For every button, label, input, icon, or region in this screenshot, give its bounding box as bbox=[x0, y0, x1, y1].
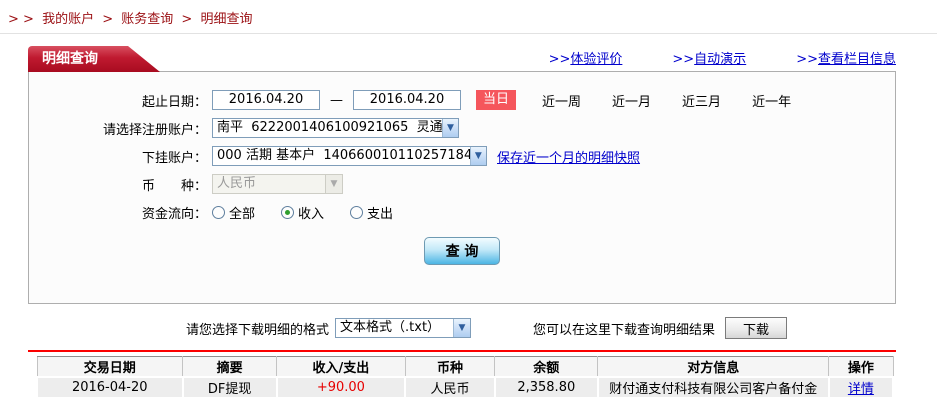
header-summary: 摘要 bbox=[183, 357, 277, 378]
table-header-row: 交易日期 摘要 收入/支出 币种 余额 对方信息 操作 bbox=[37, 357, 893, 378]
quick-range-year[interactable]: 近一年 bbox=[752, 91, 791, 110]
flow-radio-expense[interactable]: 支出 bbox=[350, 203, 393, 222]
radio-icon bbox=[350, 206, 363, 219]
query-button-row: 查 询 bbox=[29, 237, 895, 265]
radio-selected-icon bbox=[281, 206, 294, 219]
date-range-label: 起止日期： bbox=[29, 91, 207, 110]
flow-radio-group: 全部 收入 支出 bbox=[212, 203, 393, 222]
flow-radio-all-label: 全部 bbox=[229, 203, 255, 222]
header-action: 操作 bbox=[829, 357, 893, 378]
cell-transaction-date: 2016-04-20 bbox=[37, 377, 183, 398]
chevron-down-icon: ▼ bbox=[442, 119, 458, 137]
breadcrumb: > > 我的账户 > 账务查询 > 明细查询 bbox=[0, 0, 937, 34]
link-prefix: >> bbox=[672, 52, 694, 67]
link-label: 体验评价 bbox=[570, 52, 622, 67]
download-button[interactable]: 下载 bbox=[725, 317, 787, 339]
sub-account-select[interactable]: 000 活期 基本户 1406600101102571848 ▼ bbox=[212, 146, 487, 166]
radio-icon bbox=[212, 206, 225, 219]
quick-range-week[interactable]: 近一周 bbox=[542, 91, 581, 110]
detail-link[interactable]: 详情 bbox=[848, 382, 874, 397]
red-divider bbox=[28, 350, 896, 352]
date-range-row: 起止日期： 2016.04.20 — 2016.04.20 当日 近一周 近一月… bbox=[29, 89, 895, 111]
breadcrumb-item-detail-query[interactable]: 明细查询 bbox=[200, 12, 252, 27]
flow-radio-expense-label: 支出 bbox=[367, 203, 393, 222]
tab-bar: 明细查询 >>体验评价 >>自动演示 >>查看栏目信息 bbox=[28, 45, 896, 71]
currency-label: 币 种： bbox=[29, 175, 207, 194]
sub-account-row: 下挂账户： 000 活期 基本户 1406600101102571848 ▼ 保… bbox=[29, 145, 895, 167]
download-row: 请您选择下载明细的格式 文本格式（.txt） ▼ 您可以在这里下载查询明细结果 … bbox=[186, 317, 896, 339]
date-separator: — bbox=[330, 93, 343, 108]
sub-account-value: 000 活期 基本户 1406600101102571848 bbox=[213, 147, 470, 165]
flow-direction-row: 资金流向： 全部 收入 支出 bbox=[29, 201, 895, 223]
currency-value: 人民币 bbox=[213, 175, 256, 193]
flow-radio-all[interactable]: 全部 bbox=[212, 203, 255, 222]
query-button[interactable]: 查 询 bbox=[424, 237, 500, 265]
breadcrumb-item-my-account[interactable]: 我的账户 bbox=[42, 12, 94, 27]
header-income-expense: 收入/支出 bbox=[277, 357, 405, 378]
link-auto-demo[interactable]: >>自动演示 bbox=[672, 48, 746, 67]
register-account-select[interactable]: 南平 6222001406100921065 灵通卡 ▼ bbox=[212, 118, 459, 138]
query-form-panel: 起止日期： 2016.04.20 — 2016.04.20 当日 近一周 近一月… bbox=[28, 71, 896, 304]
chevron-down-icon: ▼ bbox=[470, 147, 486, 165]
flow-direction-label: 资金流向： bbox=[29, 203, 207, 222]
link-prefix: >> bbox=[796, 52, 818, 67]
link-label: 自动演示 bbox=[694, 52, 746, 67]
breadcrumb-separator: > bbox=[102, 12, 113, 27]
tab-detail-query[interactable]: 明细查询 bbox=[28, 46, 160, 72]
currency-row: 币 种： 人民币 ▼ bbox=[29, 173, 895, 195]
download-format-select[interactable]: 文本格式（.txt） ▼ bbox=[335, 318, 471, 338]
link-label: 查看栏目信息 bbox=[818, 52, 896, 67]
register-account-label: 请选择注册账户： bbox=[29, 119, 207, 138]
cell-amount: +90.00 bbox=[277, 377, 405, 398]
cell-balance: 2,358.80 bbox=[495, 377, 598, 398]
register-account-row: 请选择注册账户： 南平 6222001406100921065 灵通卡 ▼ bbox=[29, 117, 895, 139]
chevron-down-icon: ▼ bbox=[453, 319, 470, 337]
quick-ranges: 近一周 近一月 近三月 近一年 bbox=[542, 91, 791, 110]
sub-account-label: 下挂账户： bbox=[29, 147, 207, 166]
register-account-value: 南平 6222001406100921065 灵通卡 bbox=[213, 119, 442, 137]
quick-range-3months[interactable]: 近三月 bbox=[682, 91, 721, 110]
cell-counterparty: 财付通支付科技有限公司客户备付金 bbox=[598, 377, 829, 398]
results-table: 交易日期 摘要 收入/支出 币种 余额 对方信息 操作 2016-04-20 D… bbox=[36, 356, 894, 399]
flow-radio-income-label: 收入 bbox=[298, 203, 324, 222]
flow-radio-income[interactable]: 收入 bbox=[281, 203, 324, 222]
snapshot-link[interactable]: 保存近一个月的明细快照 bbox=[497, 147, 640, 166]
link-experience-rating[interactable]: >>体验评价 bbox=[549, 48, 623, 67]
currency-select: 人民币 ▼ bbox=[212, 174, 343, 194]
link-prefix: >> bbox=[549, 52, 571, 67]
header-counterparty: 对方信息 bbox=[598, 357, 829, 378]
chevron-down-icon: ▼ bbox=[325, 175, 342, 193]
header-currency: 币种 bbox=[405, 357, 495, 378]
end-date-input[interactable]: 2016.04.20 bbox=[353, 90, 461, 110]
page: > > 我的账户 > 账务查询 > 明细查询 明细查询 >>体验评价 >>自动演… bbox=[0, 0, 937, 401]
header-balance: 余额 bbox=[495, 357, 598, 378]
link-view-column-info[interactable]: >>查看栏目信息 bbox=[796, 48, 896, 67]
breadcrumb-item-account-query[interactable]: 账务查询 bbox=[121, 12, 173, 27]
header-links: >>体验评价 >>自动演示 >>查看栏目信息 bbox=[549, 48, 896, 67]
start-date-input[interactable]: 2016.04.20 bbox=[212, 90, 320, 110]
header-transaction-date: 交易日期 bbox=[37, 357, 183, 378]
download-format-label: 请您选择下载明细的格式 bbox=[186, 319, 329, 338]
cell-currency: 人民币 bbox=[405, 377, 495, 398]
download-format-value: 文本格式（.txt） bbox=[336, 319, 440, 337]
quick-range-today[interactable]: 当日 bbox=[476, 90, 516, 110]
breadcrumb-separator: > bbox=[181, 12, 192, 27]
quick-range-month[interactable]: 近一月 bbox=[612, 91, 651, 110]
table-row: 2016-04-20 DF提现 +90.00 人民币 2,358.80 财付通支… bbox=[37, 377, 893, 398]
download-hint: 您可以在这里下载查询明细结果 bbox=[533, 319, 715, 338]
cell-summary: DF提现 bbox=[183, 377, 277, 398]
breadcrumb-prefix: > > bbox=[8, 12, 34, 27]
